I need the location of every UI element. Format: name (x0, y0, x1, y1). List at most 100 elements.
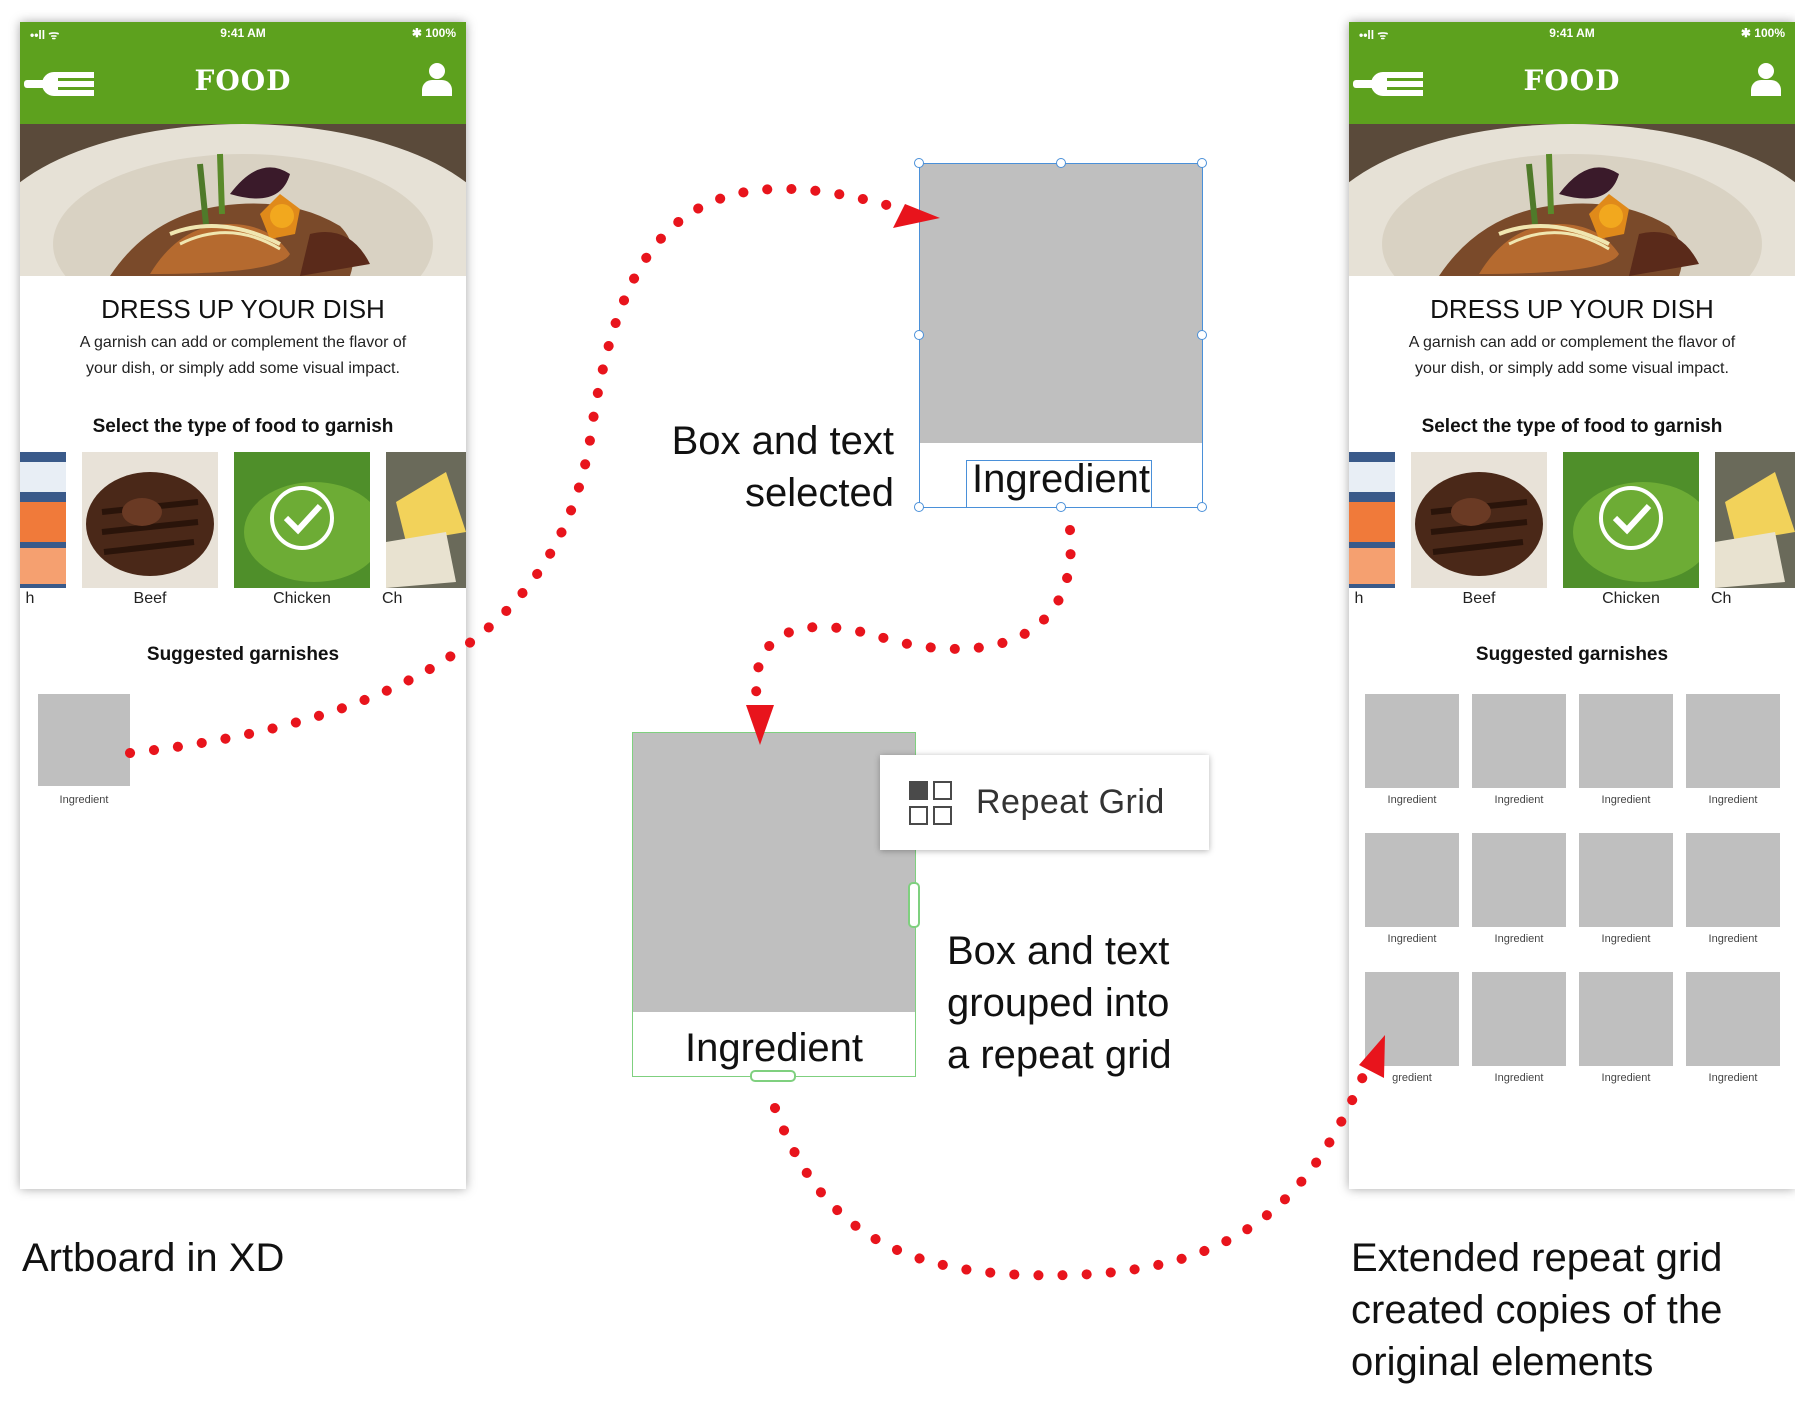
resize-handle[interactable] (914, 158, 924, 168)
resize-handle[interactable] (1056, 158, 1066, 168)
grid-ingredient-label: Ingredient (1601, 933, 1651, 945)
selected-component[interactable]: Ingredient (914, 158, 1207, 512)
callout-line: a repeat grid (947, 1033, 1172, 1077)
food-tile-label: Ch (382, 590, 403, 607)
grid-ingredient-label: Ingredient (1601, 794, 1651, 806)
description-line: your dish, or simply add some visual imp… (86, 360, 400, 377)
grid-ingredient-label: Ingredient (1387, 794, 1437, 806)
battery-icon: ✱ 100% (1740, 26, 1785, 40)
food-carousel[interactable]: h Beef Chicken Ch (20, 452, 466, 622)
app-bar: FOOD (1349, 44, 1795, 124)
arrow-path (770, 1055, 1375, 1281)
food-carousel[interactable]: h Beef Chicken Ch (1349, 452, 1795, 622)
grid-ingredient-label: Ingredient (1387, 933, 1437, 945)
grid-ingredient-label: Ingredient (1708, 933, 1758, 945)
grid-ingredient-box[interactable] (1472, 972, 1566, 1066)
section-description: A garnish can add or complement the flav… (1369, 330, 1775, 382)
food-tile-label: Ch (1711, 590, 1732, 607)
suggested-garnishes-label: Suggested garnishes (1475, 644, 1669, 665)
food-tile-cheese[interactable] (386, 452, 466, 588)
ingredient-label[interactable]: Ingredient (632, 1026, 916, 1071)
ingredient-label[interactable]: Ingredient (919, 457, 1203, 502)
repeat-grid-icon (908, 780, 954, 826)
left-artboard: ••ll ᯤ 9:41 AM ✱ 100% FOOD DRESS UP YOUR… (20, 22, 466, 1189)
food-tile-fish[interactable] (20, 452, 66, 588)
grid-ingredient-label: Ingredient (1494, 794, 1544, 806)
status-bar: ••ll ᯤ 9:41 AM ✱ 100% (1349, 22, 1795, 44)
grid-ingredient-box[interactable] (1365, 972, 1459, 1066)
grid-ingredient-label: Ingredient (1494, 1072, 1544, 1084)
caption-line: Extended repeat grid (1351, 1236, 1723, 1280)
food-tile-chicken[interactable] (1563, 452, 1713, 588)
grid-ingredient-label: gredient (1392, 1072, 1432, 1084)
food-tile-fish[interactable] (1349, 452, 1395, 588)
grid-ingredient-box[interactable] (1686, 833, 1780, 927)
food-tile-beef[interactable] (82, 452, 218, 588)
right-artboard: ••ll ᯤ 9:41 AM ✱ 100% FOOD DRESS UP YOUR… (1349, 22, 1795, 1189)
grid-ingredient-box[interactable] (1579, 972, 1673, 1066)
select-food-label: Select the type of food to garnish (1421, 416, 1723, 437)
status-time: 9:41 AM (220, 26, 266, 40)
caption-extended-grid: Extended repeat grid created copies of t… (1351, 1232, 1791, 1388)
description-line: A garnish can add or complement the flav… (79, 334, 407, 351)
caption-artboard: Artboard in XD (22, 1236, 285, 1280)
food-tile-label: Beef (133, 590, 167, 607)
section-description: A garnish can add or complement the flav… (40, 330, 446, 382)
app-title: FOOD (194, 64, 292, 97)
resize-handle[interactable] (1197, 330, 1207, 340)
description-line: A garnish can add or complement the flav… (1408, 334, 1736, 351)
callout-selected: Box and text selected (620, 415, 894, 519)
callout-line: grouped into (947, 981, 1170, 1025)
resize-handle[interactable] (914, 502, 924, 512)
user-icon[interactable] (422, 62, 452, 101)
grid-ingredient-box[interactable] (1365, 694, 1459, 788)
callout-line: Box and text (671, 419, 894, 463)
grid-ingredient-box[interactable] (1365, 833, 1459, 927)
grid-ingredient-box[interactable] (1472, 694, 1566, 788)
status-time: 9:41 AM (1549, 26, 1595, 40)
app-bar: FOOD (20, 44, 466, 124)
resize-handle[interactable] (1056, 502, 1066, 512)
grid-ingredient-box[interactable] (1579, 694, 1673, 788)
caption-line: original elements (1351, 1340, 1654, 1384)
resize-handle[interactable] (1197, 502, 1207, 512)
food-tile-cheese[interactable] (1715, 452, 1795, 588)
description-line: your dish, or simply add some visual imp… (1415, 360, 1729, 377)
resize-handle[interactable] (914, 330, 924, 340)
repeat-grid-label: Repeat Grid (976, 783, 1165, 821)
status-bar: ••ll ᯤ 9:41 AM ✱ 100% (20, 22, 466, 44)
grid-ingredient-box[interactable] (1579, 833, 1673, 927)
grid-ingredient-label: Ingredient (1708, 794, 1758, 806)
hero-food-image (1349, 124, 1795, 276)
caption-line: created copies of the (1351, 1288, 1723, 1332)
arrow-path (751, 525, 1076, 723)
food-tile-label: Chicken (273, 590, 331, 607)
app-title: FOOD (1523, 64, 1621, 97)
ingredient-placeholder[interactable] (38, 694, 130, 786)
section-heading: DRESS UP YOUR DISH (101, 294, 385, 324)
food-tile-beef[interactable] (1411, 452, 1547, 588)
food-tile-chicken[interactable] (234, 452, 384, 588)
repeat-grid-component[interactable]: Ingredient (632, 732, 920, 1082)
section-heading: DRESS UP YOUR DISH (1430, 294, 1714, 324)
grid-ingredient-label: Ingredient (1494, 933, 1544, 945)
row-padding-handle[interactable] (750, 1070, 796, 1082)
hero-food-image (20, 124, 466, 276)
resize-handle[interactable] (1197, 158, 1207, 168)
grid-ingredient-box[interactable] (1472, 833, 1566, 927)
food-tile-label: Chicken (1602, 590, 1660, 607)
grid-ingredient-label: Ingredient (1601, 1072, 1651, 1084)
callout-grouped: Box and text grouped into a repeat grid (947, 925, 1247, 1081)
ingredient-label: Ingredient (59, 794, 109, 806)
repeat-grid-button[interactable]: Repeat Grid (880, 755, 1209, 850)
suggested-garnishes-label: Suggested garnishes (146, 644, 340, 665)
repeat-grid[interactable]: Ingredient Ingredient Ingredient Ingredient… (1365, 694, 1785, 1114)
grid-ingredient-box[interactable] (1686, 972, 1780, 1066)
battery-icon: ✱ 100% (411, 26, 456, 40)
select-food-label: Select the type of food to garnish (92, 416, 394, 437)
column-padding-handle[interactable] (908, 882, 920, 928)
grid-ingredient-label: Ingredient (1708, 1072, 1758, 1084)
user-icon[interactable] (1751, 62, 1781, 101)
grid-ingredient-box[interactable] (1686, 694, 1780, 788)
callout-line: Box and text (947, 929, 1170, 973)
